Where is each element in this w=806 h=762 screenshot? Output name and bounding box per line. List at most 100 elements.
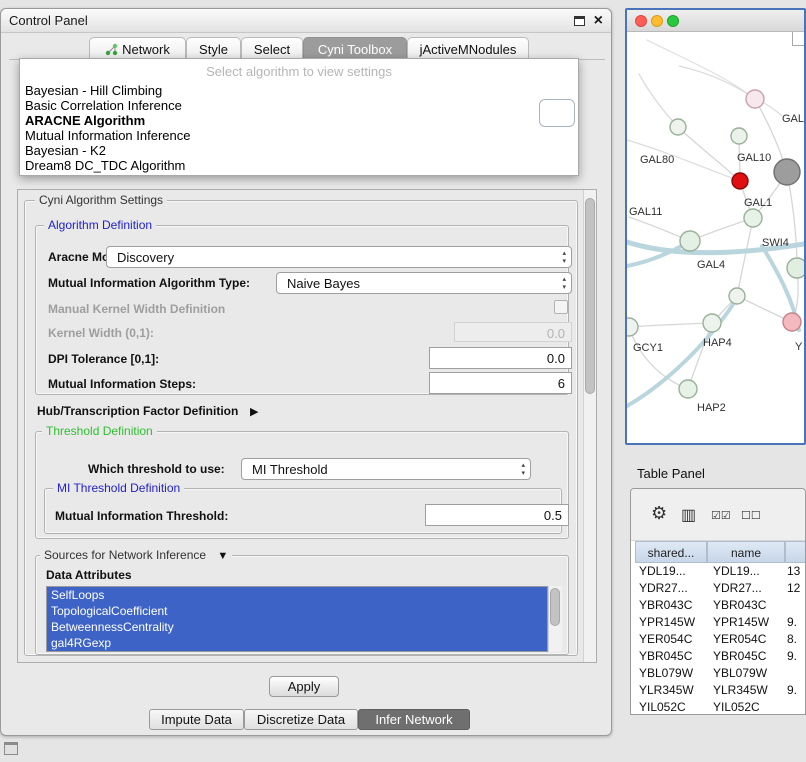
mi-steps-input[interactable]: 6	[429, 372, 572, 394]
network-window-titlebar[interactable]	[627, 10, 804, 32]
network-node[interactable]	[679, 380, 697, 398]
deselect-all-columns-icon[interactable]: ☐☐	[741, 509, 761, 522]
network-node-label: GAL11	[629, 206, 662, 218]
mi-type-select[interactable]: Naive Bayes ▴▾	[276, 272, 572, 294]
control-panel-window: Control Panel × Network Style Select Cyn	[0, 8, 612, 736]
list-scrollbar-thumb[interactable]	[550, 588, 560, 626]
which-threshold-label: Which threshold to use:	[88, 462, 225, 476]
network-edge[interactable]	[787, 172, 797, 268]
tab-style-label: Style	[199, 42, 228, 57]
float-window-icon[interactable]	[574, 16, 585, 26]
network-node[interactable]	[787, 258, 804, 278]
network-node[interactable]	[731, 128, 747, 144]
network-edge[interactable]	[679, 66, 755, 99]
settings-scroll-panel: Cyni Algorithm Settings Algorithm Defini…	[17, 189, 597, 663]
tab-discretize-data[interactable]: Discretize Data	[244, 709, 358, 730]
network-edge[interactable]	[639, 74, 678, 127]
list-item[interactable]: TopologicalCoefficient	[47, 603, 547, 619]
column-header-cutoff[interactable]	[785, 541, 806, 563]
tab-style[interactable]: Style	[186, 37, 241, 60]
network-edge[interactable]	[629, 323, 712, 327]
network-node[interactable]	[746, 90, 764, 108]
settings-scrollbar-thumb[interactable]	[585, 198, 595, 394]
sources-expander[interactable]: Sources for Network Inference ▼	[40, 548, 232, 562]
network-node[interactable]	[627, 318, 638, 336]
hub-definition-expander[interactable]: Hub/Transcription Factor Definition ▶	[37, 403, 258, 418]
cell-value: 13	[787, 564, 800, 578]
tab-infer-network[interactable]: Infer Network	[358, 709, 470, 730]
column-header-name[interactable]: name	[707, 541, 785, 563]
algorithm-option-dream8[interactable]: Dream8 DC_TDC Algorithm	[25, 158, 185, 173]
tab-select[interactable]: Select	[241, 37, 303, 60]
which-threshold-select[interactable]: MI Threshold ▴▾	[241, 458, 531, 480]
dpi-tolerance-input[interactable]: 0.0	[429, 347, 572, 369]
list-scrollbar[interactable]	[548, 586, 562, 652]
algorithm-option-bayesian-k2[interactable]: Bayesian - K2	[25, 143, 106, 158]
chevron-updown-icon: ▴▾	[521, 462, 525, 478]
table-panel-window: ⚙ ▥ ☑☑ ☐☐ shared... name YDL19... YDL19.…	[630, 488, 806, 715]
table-row[interactable]: YBR045C YBR045C 9.	[631, 648, 806, 665]
cell-shared-name: YBR045C	[639, 649, 692, 663]
tab-impute-data[interactable]: Impute Data	[149, 709, 244, 730]
network-node[interactable]	[729, 288, 745, 304]
table-row[interactable]: YLR345W YLR345W 9.	[631, 682, 806, 699]
mi-threshold-group: MI Threshold Definition Mutual Informati…	[44, 488, 562, 534]
table-row[interactable]: YDR27... YDR27... 12	[631, 580, 806, 597]
mi-threshold-input[interactable]: 0.5	[425, 504, 569, 526]
show-columns-icon[interactable]: ▥	[681, 505, 696, 525]
cell-name: YER054C	[713, 632, 766, 646]
table-row[interactable]: YBR043C YBR043C	[631, 597, 806, 614]
table-row[interactable]: YPR145W YPR145W 9.	[631, 614, 806, 631]
algorithm-option-mutual-information[interactable]: Mutual Information Inference	[25, 128, 190, 143]
network-node-label: GCY1	[633, 342, 663, 354]
tab-cyni-toolbox[interactable]: Cyni Toolbox	[303, 37, 407, 60]
data-attributes-label: Data Attributes	[46, 568, 132, 582]
network-edge[interactable]	[629, 327, 688, 389]
apply-button[interactable]: Apply	[269, 676, 339, 697]
network-edge[interactable]	[647, 40, 755, 99]
network-node[interactable]	[744, 209, 762, 227]
network-node[interactable]	[703, 314, 721, 332]
table-row[interactable]: YIL052C YIL052C	[631, 699, 806, 715]
table-row[interactable]: YER054C YER054C 8.	[631, 631, 806, 648]
minimize-traffic-light-icon[interactable]	[651, 15, 663, 27]
tab-network-label: Network	[122, 42, 170, 57]
network-node[interactable]	[783, 313, 801, 331]
network-node-label: Y	[795, 341, 803, 353]
gear-icon[interactable]: ⚙	[651, 503, 667, 524]
network-canvas[interactable]: GALGAL80GAL10GAL11GAL1SWI4GAL4GCY1HAP4YH…	[627, 32, 804, 443]
select-all-columns-icon[interactable]: ☑☑	[711, 509, 731, 522]
expand-down-icon: ▼	[217, 550, 228, 562]
algorithm-definition-group: Algorithm Definition Aracne Mode: Discov…	[35, 225, 569, 395]
close-traffic-light-icon[interactable]	[635, 15, 647, 27]
table-row[interactable]: YBL079W YBL079W	[631, 665, 806, 682]
restore-panel-icon[interactable]	[4, 742, 18, 755]
tab-infer-network-label: Infer Network	[375, 712, 452, 727]
cyni-algorithm-settings-title: Cyni Algorithm Settings	[35, 193, 167, 207]
zoom-traffic-light-icon[interactable]	[667, 15, 679, 27]
aracne-mode-select[interactable]: Discovery ▴▾	[106, 246, 572, 268]
tab-network[interactable]: Network	[89, 37, 186, 60]
settings-scrollbar[interactable]	[583, 190, 596, 662]
manual-kernel-checkbox[interactable]	[554, 300, 568, 314]
kernel-width-label: Kernel Width (0,1):	[48, 326, 154, 340]
algorithm-option-basic-correlation[interactable]: Basic Correlation Inference	[25, 98, 182, 113]
list-item[interactable]: gal4RGexp	[47, 635, 547, 651]
network-node[interactable]	[670, 119, 686, 135]
network-node[interactable]	[774, 159, 800, 185]
network-edge[interactable]	[737, 218, 753, 296]
algorithm-option-aracne[interactable]: ARACNE Algorithm	[25, 113, 145, 128]
tab-jactivemnodules[interactable]: jActiveMNodules	[407, 37, 529, 60]
screen: Control Panel × Network Style Select Cyn	[0, 0, 806, 762]
network-graph[interactable]: GALGAL80GAL10GAL11GAL1SWI4GAL4GCY1HAP4YH…	[627, 32, 804, 443]
network-node[interactable]	[680, 231, 700, 251]
network-node[interactable]	[732, 173, 748, 189]
list-item[interactable]: BetweennessCentrality	[47, 619, 547, 635]
list-item[interactable]: SelfLoops	[47, 587, 547, 603]
algorithm-placeholder: Select algorithm to view settings	[20, 64, 578, 79]
algorithm-option-bayesian-hill-climbing[interactable]: Bayesian - Hill Climbing	[25, 83, 162, 98]
mi-steps-value: 6	[558, 376, 565, 391]
close-icon[interactable]: ×	[594, 14, 603, 27]
column-header-shared-name[interactable]: shared...	[635, 541, 707, 563]
table-row[interactable]: YDL19... YDL19... 13	[631, 563, 806, 580]
